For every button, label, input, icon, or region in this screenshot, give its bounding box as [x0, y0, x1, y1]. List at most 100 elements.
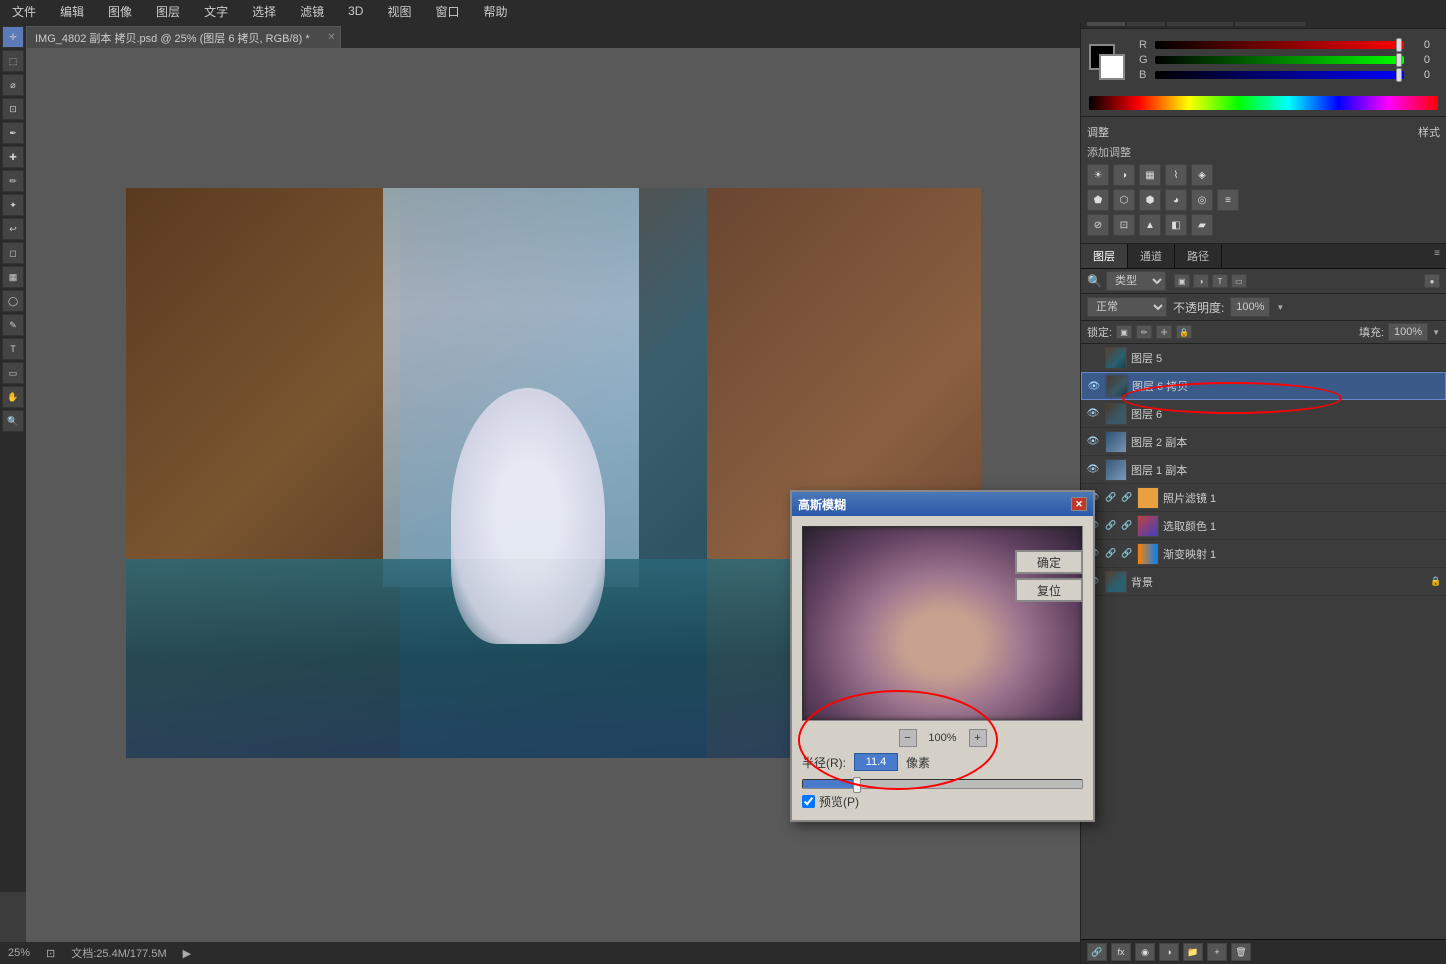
blur-ok-button[interactable]: 确定: [1015, 550, 1083, 574]
layer-row-gradientmap[interactable]: 👁 🔗 🔗 渐变映射 1: [1081, 540, 1446, 568]
select-tool[interactable]: ⬚: [2, 50, 24, 72]
history-tool[interactable]: ↩: [2, 218, 24, 240]
adj-threshold[interactable]: ▲: [1139, 214, 1161, 236]
menu-item-window[interactable]: 窗口: [431, 1, 463, 22]
lock-pixels[interactable]: ✏: [1136, 325, 1152, 339]
tab-paths[interactable]: 路径: [1175, 244, 1222, 268]
red-slider[interactable]: [1155, 41, 1404, 49]
add-style-btn[interactable]: fx: [1111, 943, 1131, 961]
layer-row-layer6[interactable]: 👁 图层 6: [1081, 400, 1446, 428]
green-slider[interactable]: [1155, 56, 1404, 64]
opacity-arrow[interactable]: ▼: [1276, 303, 1284, 312]
fill-arrow[interactable]: ▼: [1432, 328, 1440, 337]
tab-channels[interactable]: 通道: [1128, 244, 1175, 268]
filter-pixel-icon[interactable]: ▣: [1174, 274, 1190, 288]
adj-posterize[interactable]: ⊡: [1113, 214, 1135, 236]
blur-close-button[interactable]: ✕: [1071, 497, 1087, 511]
menu-item-select[interactable]: 选择: [248, 1, 280, 22]
blue-thumb[interactable]: [1396, 68, 1402, 82]
lock-position[interactable]: ✛: [1156, 325, 1172, 339]
layer-row-layer5[interactable]: 👁 图层 5: [1081, 344, 1446, 372]
layer-row-background[interactable]: 👁 背景 🔒: [1081, 568, 1446, 596]
pen-tool[interactable]: ✎: [2, 314, 24, 336]
gradient-tool[interactable]: ▦: [2, 266, 24, 288]
menu-item-layer[interactable]: 图层: [152, 1, 184, 22]
menu-item-3d[interactable]: 3D: [344, 2, 367, 20]
visibility-toggle-layer6[interactable]: 👁: [1085, 406, 1101, 422]
heal-tool[interactable]: ✚: [2, 146, 24, 168]
adj-selectivecolor[interactable]: ◧: [1165, 214, 1187, 236]
delete-layer-btn[interactable]: 🗑: [1231, 943, 1251, 961]
adj-brightness[interactable]: ☀: [1087, 164, 1109, 186]
adj-hsl[interactable]: ⬡: [1113, 189, 1135, 211]
lasso-tool[interactable]: ⌀: [2, 74, 24, 96]
adj-contrast[interactable]: ◑: [1113, 164, 1135, 186]
zoom-in-btn[interactable]: +: [969, 729, 987, 747]
doc-tab[interactable]: IMG_4802 副本 拷贝.psd @ 25% (图层 6 拷贝, RGB/8…: [26, 26, 341, 48]
blur-cancel-button[interactable]: 复位: [1015, 578, 1083, 602]
filter-adjust-icon[interactable]: ◑: [1193, 274, 1209, 288]
new-group-btn[interactable]: 📁: [1183, 943, 1203, 961]
red-thumb[interactable]: [1396, 38, 1402, 52]
crop-tool[interactable]: ⊡: [2, 98, 24, 120]
fill-input[interactable]: [1388, 323, 1428, 341]
adj-gradientmap[interactable]: ▰: [1191, 214, 1213, 236]
move-tool[interactable]: ✛: [2, 26, 24, 48]
filter-toggle[interactable]: ●: [1424, 274, 1440, 288]
lock-transparent[interactable]: ▣: [1116, 325, 1132, 339]
layer-row-layer1copy[interactable]: 👁 图层 1 副本: [1081, 456, 1446, 484]
menu-item-image[interactable]: 图像: [104, 1, 136, 22]
tab-layers[interactable]: 图层: [1081, 244, 1128, 268]
link-layers-btn[interactable]: 🔗: [1087, 943, 1107, 961]
menu-item-edit[interactable]: 编辑: [56, 1, 88, 22]
eyedropper-tool[interactable]: ✒: [2, 122, 24, 144]
dodge-tool[interactable]: ◯: [2, 290, 24, 312]
new-layer-btn[interactable]: +: [1207, 943, 1227, 961]
doc-tab-close-icon[interactable]: ✕: [327, 32, 335, 43]
zoom-tool[interactable]: 🔍: [2, 410, 24, 432]
menu-item-filter[interactable]: 滤镜: [296, 1, 328, 22]
adj-levels[interactable]: ▦: [1139, 164, 1161, 186]
visibility-toggle-layer6copy[interactable]: 👁: [1086, 378, 1102, 394]
layer-type-filter[interactable]: 类型: [1106, 271, 1166, 291]
brush-tool[interactable]: ✏: [2, 170, 24, 192]
blue-slider[interactable]: [1155, 71, 1404, 79]
filter-shape-icon[interactable]: ▭: [1231, 274, 1247, 288]
filter-text-icon[interactable]: T: [1212, 274, 1228, 288]
green-thumb[interactable]: [1396, 53, 1402, 67]
layer-row-layer2copy[interactable]: 👁 图层 2 副本: [1081, 428, 1446, 456]
visibility-toggle-layer2copy[interactable]: 👁: [1085, 434, 1101, 450]
adj-channelmix[interactable]: ≡: [1217, 189, 1239, 211]
layer-row-selectcolor[interactable]: 👁 🔗 🔗 选取颜色 1: [1081, 512, 1446, 540]
foreground-background-colors[interactable]: [1089, 44, 1125, 80]
stamp-tool[interactable]: ✦: [2, 194, 24, 216]
shape-tool[interactable]: ▭: [2, 362, 24, 384]
visibility-toggle-layer5[interactable]: 👁: [1085, 350, 1101, 366]
adj-bw[interactable]: ◕: [1165, 189, 1187, 211]
menu-item-type[interactable]: 文字: [200, 1, 232, 22]
menu-item-help[interactable]: 帮助: [479, 1, 511, 22]
adj-colorbalance[interactable]: ⬢: [1139, 189, 1161, 211]
hand-tool[interactable]: ✋: [2, 386, 24, 408]
adj-exposure[interactable]: ◈: [1191, 164, 1213, 186]
menu-item-view[interactable]: 视图: [383, 1, 415, 22]
text-tool[interactable]: T: [2, 338, 24, 360]
adj-invert[interactable]: ⊘: [1087, 214, 1109, 236]
blur-radius-slider[interactable]: [802, 779, 1083, 789]
blend-mode-select[interactable]: 正常: [1087, 297, 1167, 317]
expand-icon[interactable]: ▶: [183, 947, 191, 960]
adj-vibrance[interactable]: ⬟: [1087, 189, 1109, 211]
visibility-toggle-layer1copy[interactable]: 👁: [1085, 462, 1101, 478]
layer-row-layer6copy[interactable]: 👁 图层 6 拷贝: [1081, 372, 1446, 400]
layer-row-photof[interactable]: 👁 🔗 🔗 照片滤镜 1: [1081, 484, 1446, 512]
background-color[interactable]: [1099, 54, 1125, 80]
add-mask-btn[interactable]: ◉: [1135, 943, 1155, 961]
opacity-input[interactable]: [1230, 297, 1270, 317]
lock-all[interactable]: 🔒: [1176, 325, 1192, 339]
adj-curves[interactable]: ⌇: [1165, 164, 1187, 186]
zoom-out-btn[interactable]: −: [899, 729, 917, 747]
eraser-tool[interactable]: ◻: [2, 242, 24, 264]
panel-menu-icon[interactable]: ≡: [1428, 244, 1446, 268]
menu-item-file[interactable]: 文件: [8, 1, 40, 22]
blur-radius-input[interactable]: [854, 753, 898, 771]
